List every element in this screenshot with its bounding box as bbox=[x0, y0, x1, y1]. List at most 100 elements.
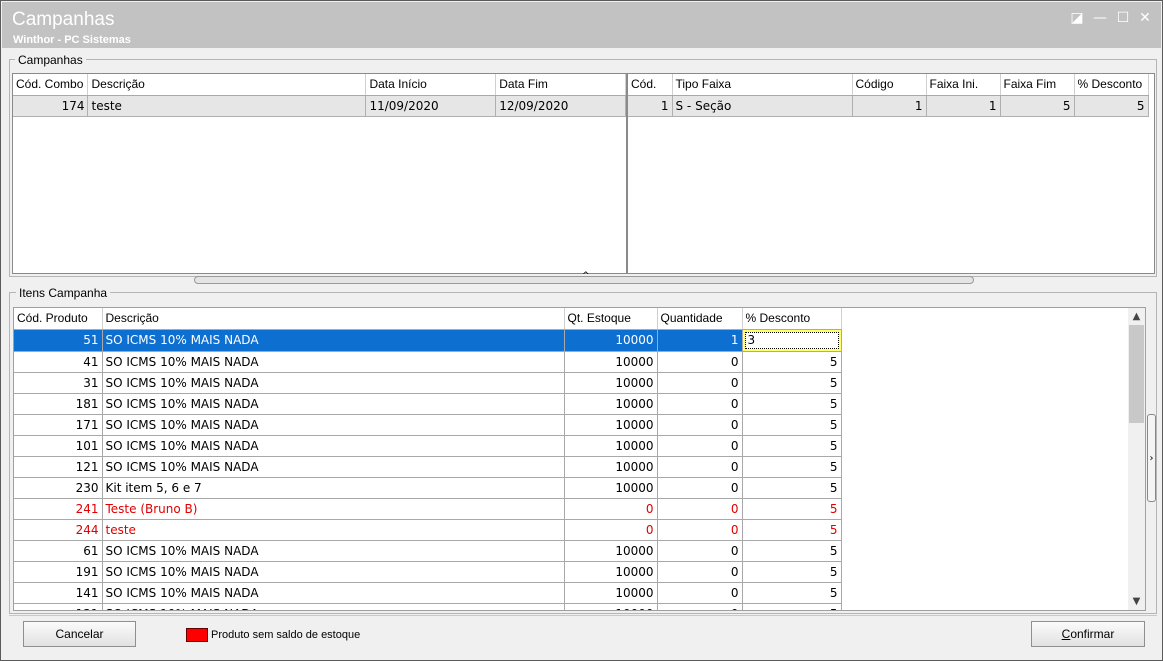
col-faixa-ini[interactable]: Faixa Ini. bbox=[926, 74, 1001, 96]
cell-cod-produto[interactable]: 61 bbox=[14, 540, 103, 562]
items-scrollbar[interactable]: ▲ ▼ bbox=[1128, 308, 1145, 610]
cell-descricao[interactable]: SO ICMS 10% MAIS NADA bbox=[102, 435, 565, 457]
desconto-edit-input[interactable]: 3 bbox=[744, 331, 839, 349]
cell-qt-estoque[interactable]: 10000 bbox=[564, 351, 658, 373]
cell-cod-produto[interactable]: 101 bbox=[14, 435, 103, 457]
scroll-up-icon[interactable]: ▲ bbox=[1128, 308, 1145, 325]
cell-qt-estoque[interactable]: 10000 bbox=[564, 561, 658, 583]
cell-desconto[interactable]: 5 bbox=[742, 561, 842, 583]
cell-cod-produto[interactable]: 121 bbox=[14, 456, 103, 478]
cell-qt-estoque[interactable]: 0 bbox=[564, 519, 658, 541]
cell-desconto[interactable]: 5 bbox=[742, 477, 842, 499]
scroll-down-icon[interactable]: ▼ bbox=[1128, 593, 1145, 610]
cell-desconto[interactable]: 5 bbox=[742, 498, 842, 520]
cell-descricao[interactable]: Kit item 5, 6 e 7 bbox=[102, 477, 565, 499]
col-qt-estoque[interactable]: Qt. Estoque bbox=[564, 308, 658, 330]
cell-cod-produto[interactable]: 191 bbox=[14, 561, 103, 583]
cell-desconto[interactable]: 5 bbox=[742, 582, 842, 604]
cell-descricao[interactable]: SO ICMS 10% MAIS NADA bbox=[102, 603, 565, 610]
itens-grid[interactable]: Cód. Produto Descrição Qt. Estoque Quant… bbox=[13, 307, 1146, 611]
col-codigo[interactable]: Código bbox=[852, 74, 927, 96]
col-desconto[interactable]: % Desconto bbox=[1074, 74, 1149, 96]
cell-qt-estoque[interactable]: 0 bbox=[564, 498, 658, 520]
table-row[interactable]: 141 SO ICMS 10% MAIS NADA 10000 0 5 bbox=[14, 582, 842, 604]
cancel-button[interactable]: Cancelar bbox=[23, 621, 136, 647]
cell-quantidade[interactable]: 0 bbox=[657, 414, 743, 436]
cell-qt-estoque[interactable]: 10000 bbox=[564, 393, 658, 415]
cell-desconto[interactable]: 5 bbox=[742, 414, 842, 436]
cell-desconto[interactable]: 5 bbox=[742, 351, 842, 373]
table-row[interactable]: 244 teste 0 0 5 bbox=[14, 519, 842, 541]
table-row[interactable]: 1 S - Seção 1 1 5 5 bbox=[628, 95, 1149, 117]
cell-cod-produto[interactable]: 244 bbox=[14, 519, 103, 541]
confirm-button[interactable]: Confirmar bbox=[1031, 621, 1145, 647]
col-tipo-faixa[interactable]: Tipo Faixa bbox=[672, 74, 853, 96]
cell-quantidade[interactable]: 0 bbox=[657, 456, 743, 478]
cell-cod-produto[interactable]: 181 bbox=[14, 393, 103, 415]
cell-qt-estoque[interactable]: 10000 bbox=[564, 603, 658, 610]
cell-qt-estoque[interactable]: 10000 bbox=[564, 540, 658, 562]
chevron-up-icon[interactable]: ^ bbox=[582, 271, 590, 281]
close-icon[interactable]: ✕ bbox=[1136, 10, 1154, 26]
cell-quantidade[interactable]: 0 bbox=[657, 519, 743, 541]
cell-descricao[interactable]: SO ICMS 10% MAIS NADA bbox=[102, 414, 565, 436]
cell-descricao[interactable]: SO ICMS 10% MAIS NADA bbox=[102, 329, 565, 352]
cell-desconto[interactable]: 5 bbox=[742, 519, 842, 541]
table-row[interactable]: 101 SO ICMS 10% MAIS NADA 10000 0 5 bbox=[14, 435, 842, 457]
col-cod-combo[interactable]: Cód. Combo bbox=[13, 74, 89, 96]
cell-cod-produto[interactable]: 131 bbox=[14, 603, 103, 610]
table-row[interactable]: 31 SO ICMS 10% MAIS NADA 10000 0 5 bbox=[14, 372, 842, 394]
cell-cod-produto[interactable]: 241 bbox=[14, 498, 103, 520]
table-row[interactable]: 181 SO ICMS 10% MAIS NADA 10000 0 5 bbox=[14, 393, 842, 415]
col-desconto[interactable]: % Desconto bbox=[742, 308, 842, 330]
cell-qt-estoque[interactable]: 10000 bbox=[564, 582, 658, 604]
cell-descricao[interactable]: SO ICMS 10% MAIS NADA bbox=[102, 372, 565, 394]
cell-quantidade[interactable]: 0 bbox=[657, 498, 743, 520]
cell-descricao[interactable]: SO ICMS 10% MAIS NADA bbox=[102, 393, 565, 415]
cell-descricao[interactable]: SO ICMS 10% MAIS NADA bbox=[102, 561, 565, 583]
table-row[interactable]: 131SO ICMS 10% MAIS NADA1000005 bbox=[14, 603, 842, 610]
restore-icon[interactable]: ◪ bbox=[1068, 10, 1086, 26]
cell-desconto[interactable]: 5 bbox=[742, 372, 842, 394]
cell-qt-estoque[interactable]: 10000 bbox=[564, 477, 658, 499]
panel-splitter[interactable]: ^ bbox=[194, 271, 974, 284]
cell-desconto[interactable]: 5 bbox=[742, 540, 842, 562]
chevron-right-icon[interactable]: › bbox=[1150, 453, 1154, 464]
col-data-fim[interactable]: Data Fim bbox=[495, 74, 626, 96]
table-row[interactable]: 41 SO ICMS 10% MAIS NADA 10000 0 5 bbox=[14, 351, 842, 373]
cell-descricao[interactable]: Teste (Bruno B) bbox=[102, 498, 565, 520]
col-cod[interactable]: Cód. bbox=[628, 74, 673, 96]
cell-quantidade[interactable]: 0 bbox=[657, 351, 743, 373]
scroll-thumb[interactable] bbox=[1129, 325, 1144, 423]
col-descricao[interactable]: Descrição bbox=[87, 74, 367, 96]
cell-descricao[interactable]: SO ICMS 10% MAIS NADA bbox=[102, 540, 565, 562]
cell-quantidade[interactable]: 0 bbox=[657, 435, 743, 457]
table-row[interactable]: 230 Kit item 5, 6 e 7 10000 0 5 bbox=[14, 477, 842, 499]
cell-cod-produto[interactable]: 51 bbox=[14, 329, 103, 352]
col-data-inicio[interactable]: Data Início bbox=[365, 74, 497, 96]
faixas-grid[interactable]: Cód. Tipo Faixa Código Faixa Ini. Faixa … bbox=[627, 73, 1155, 274]
cell-descricao[interactable]: SO ICMS 10% MAIS NADA bbox=[102, 456, 565, 478]
cell-quantidade[interactable]: 0 bbox=[657, 540, 743, 562]
table-row[interactable]: 174 teste 11/09/2020 12/09/2020 bbox=[13, 95, 626, 117]
cell-quantidade[interactable]: 1 bbox=[657, 329, 743, 352]
cell-quantidade[interactable]: 0 bbox=[657, 477, 743, 499]
side-panel-grip[interactable]: › bbox=[1147, 414, 1156, 502]
cell-qt-estoque[interactable]: 10000 bbox=[564, 435, 658, 457]
cell-desconto[interactable]: 3 bbox=[742, 329, 842, 352]
col-quantidade[interactable]: Quantidade bbox=[657, 308, 743, 330]
table-row[interactable]: 121 SO ICMS 10% MAIS NADA 10000 0 5 bbox=[14, 456, 842, 478]
cell-qt-estoque[interactable]: 10000 bbox=[564, 329, 658, 352]
cell-cod-produto[interactable]: 230 bbox=[14, 477, 103, 499]
cell-cod-produto[interactable]: 41 bbox=[14, 351, 103, 373]
table-row[interactable]: 241 Teste (Bruno B) 0 0 5 bbox=[14, 498, 842, 520]
cell-quantidade[interactable]: 0 bbox=[657, 372, 743, 394]
cell-quantidade[interactable]: 0 bbox=[657, 582, 743, 604]
cell-desconto[interactable]: 5 bbox=[742, 456, 842, 478]
cell-quantidade[interactable]: 0 bbox=[657, 561, 743, 583]
cell-descricao[interactable]: SO ICMS 10% MAIS NADA bbox=[102, 582, 565, 604]
maximize-icon[interactable]: ☐ bbox=[1114, 10, 1132, 26]
cell-qt-estoque[interactable]: 10000 bbox=[564, 414, 658, 436]
minimize-icon[interactable]: — bbox=[1091, 10, 1109, 26]
cell-desconto[interactable]: 5 bbox=[742, 435, 842, 457]
